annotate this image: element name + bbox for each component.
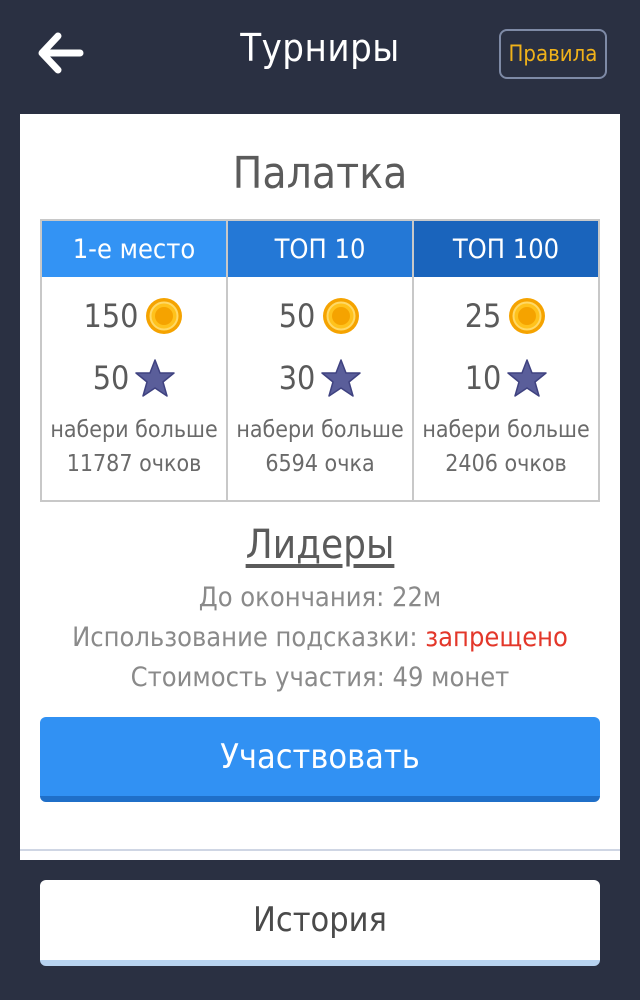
condition-line: набери больше bbox=[422, 417, 590, 443]
condition-line: 11787 очков bbox=[66, 451, 202, 477]
prize-table: 1-е место 150 50 набери больше 11787 очк… bbox=[40, 219, 600, 502]
star-reward: 50 bbox=[42, 347, 226, 409]
coin-amount: 50 bbox=[278, 297, 316, 335]
star-icon bbox=[507, 359, 548, 397]
history-button[interactable]: История bbox=[40, 880, 600, 966]
condition-line: набери больше bbox=[50, 417, 218, 443]
coin-amount: 150 bbox=[83, 297, 139, 335]
star-icon bbox=[135, 359, 176, 397]
prize-column-header: 1-е место bbox=[42, 221, 226, 277]
time-remaining: До окончания: 22м bbox=[198, 582, 442, 613]
hint-usage-status: запрещено bbox=[425, 622, 568, 653]
entry-cost: Стоимость участия: 49 монет bbox=[130, 662, 510, 693]
hint-usage: Использование подсказки: запрещено bbox=[20, 622, 620, 653]
hint-usage-label: Использование подсказки: bbox=[72, 622, 418, 653]
prize-column-top-100: ТОП 100 25 10 набери больше 2406 очков bbox=[412, 221, 598, 500]
tournament-card: Палатка 1-е место 150 50 набери больше 1… bbox=[20, 114, 620, 860]
rules-button[interactable]: Правила bbox=[499, 29, 607, 79]
tournament-name: Палатка bbox=[232, 148, 408, 199]
coin-icon bbox=[323, 298, 360, 334]
coin-icon bbox=[509, 298, 546, 334]
leaders-link[interactable]: Лидеры bbox=[20, 522, 620, 568]
condition-text: набери больше 2406 очков bbox=[414, 413, 598, 481]
join-button[interactable]: Участвовать bbox=[40, 717, 600, 802]
star-amount: 50 bbox=[92, 359, 130, 397]
star-reward: 30 bbox=[228, 347, 412, 409]
coin-reward: 25 bbox=[414, 285, 598, 347]
prize-column-header: ТОП 100 bbox=[414, 221, 598, 277]
coin-amount: 25 bbox=[464, 297, 502, 335]
star-amount: 30 bbox=[278, 359, 316, 397]
coin-reward: 150 bbox=[42, 285, 226, 347]
condition-line: набери больше bbox=[236, 417, 404, 443]
coin-reward: 50 bbox=[228, 285, 412, 347]
condition-line: 6594 очка bbox=[265, 451, 375, 477]
star-amount: 10 bbox=[464, 359, 502, 397]
top-bar: Турниры Правила bbox=[0, 0, 640, 110]
coin-icon bbox=[146, 298, 183, 334]
prize-column-header: ТОП 10 bbox=[228, 221, 412, 277]
condition-text: набери больше 11787 очков bbox=[42, 413, 226, 481]
condition-text: набери больше 6594 очка bbox=[228, 413, 412, 481]
prize-column-top-10: ТОП 10 50 30 набери больше 6594 очка bbox=[226, 221, 412, 500]
star-icon bbox=[321, 359, 362, 397]
prize-column-first-place: 1-е место 150 50 набери больше 11787 очк… bbox=[42, 221, 226, 500]
divider bbox=[20, 849, 620, 851]
condition-line: 2406 очков bbox=[445, 451, 567, 477]
star-reward: 10 bbox=[414, 347, 598, 409]
